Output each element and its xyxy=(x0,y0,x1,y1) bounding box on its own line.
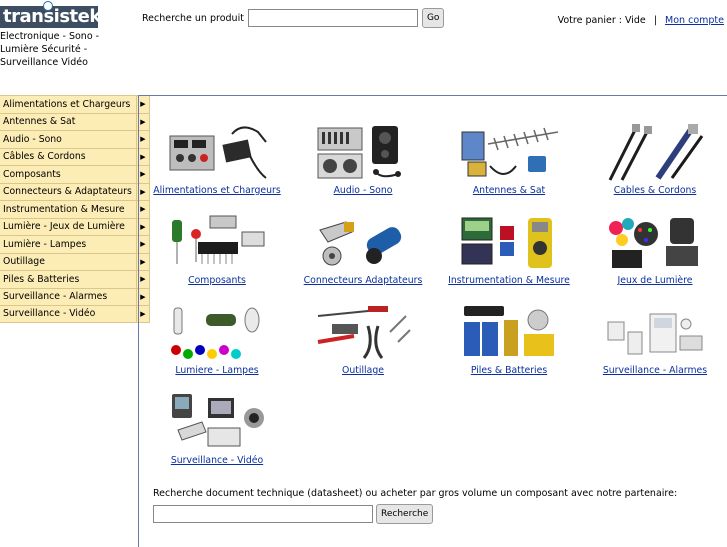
search-input[interactable] xyxy=(247,9,418,27)
sidebar-item-label: Surveillance - Alarmes xyxy=(3,291,108,303)
sidebar-item-label: Piles & Batteries xyxy=(3,273,80,285)
category-card-lampes: Lumiere - Lampes xyxy=(147,302,287,376)
sidebar-item-audio[interactable]: Audio - Sono ▶ xyxy=(0,130,150,148)
category-link-alarmes[interactable]: Surveillance - Alarmes xyxy=(585,365,725,376)
sidebar-item-video[interactable]: Surveillance - Vidéo ▶ xyxy=(0,305,150,323)
datasheet-text: Recherche document technique (datasheet)… xyxy=(153,488,678,499)
category-link-piles[interactable]: Piles & Batteries xyxy=(439,365,579,376)
category-link-cables[interactable]: Cables & Cordons xyxy=(585,185,725,196)
category-link-alimentations[interactable]: Alimentations et Chargeurs xyxy=(147,185,287,196)
search-label: Recherche un produit xyxy=(142,12,244,24)
cart-separator: | xyxy=(653,15,658,26)
datasheet-row: Recherche xyxy=(153,504,677,524)
sidebar-item-alimentations[interactable]: Alimentations et Chargeurs ▶ xyxy=(0,95,150,113)
sidebar-item-label: Antennes & Sat xyxy=(3,116,76,128)
category-card-video: Surveillance - Vidéo xyxy=(147,392,287,466)
lamps-image[interactable] xyxy=(162,302,272,364)
category-card-alarmes: Surveillance - Alarmes xyxy=(585,302,725,376)
sidebar-item-connecteurs[interactable]: Connecteurs & Adaptateurs ▶ xyxy=(0,182,150,200)
category-card-composants: Composants xyxy=(147,212,287,286)
sidebar-item-label: Connecteurs & Adaptateurs xyxy=(3,186,132,198)
datasheet-search: Recherche document technique (datasheet)… xyxy=(153,488,677,524)
sidebar-item-jeux-lumiere[interactable]: Lumière - Jeux de Lumière ▶ xyxy=(0,217,150,235)
main-content: Alimentations et Chargeurs Audio - Sono xyxy=(138,95,727,547)
category-link-video[interactable]: Surveillance - Vidéo xyxy=(147,455,287,466)
logo-dot-icon xyxy=(43,1,53,11)
search-go-button[interactable]: Go xyxy=(421,8,445,28)
logo[interactable]: transistek xyxy=(0,1,101,28)
video-surveillance-image[interactable] xyxy=(162,392,272,454)
sidebar-item-label: Outillage xyxy=(3,256,45,268)
tagline: Electronique - Sono - Lumière Sécurité -… xyxy=(0,31,100,68)
alarm-image[interactable] xyxy=(600,302,710,364)
tools-image[interactable] xyxy=(308,302,418,364)
category-link-audio[interactable]: Audio - Sono xyxy=(293,185,433,196)
category-card-outillage: Outillage xyxy=(293,302,433,376)
sidebar-item-antennes[interactable]: Antennes & Sat ▶ xyxy=(0,112,150,130)
light-effects-image[interactable] xyxy=(600,212,710,274)
power-supply-image[interactable] xyxy=(162,122,272,184)
datasheet-search-button[interactable]: Recherche xyxy=(376,504,434,524)
cart-area: Votre panier : Vide | Mon compte xyxy=(558,15,724,26)
sidebar-item-label: Composants xyxy=(3,168,61,180)
components-image[interactable] xyxy=(162,212,272,274)
product-search: Recherche un produit Go xyxy=(142,8,445,28)
sidebar-item-composants[interactable]: Composants ▶ xyxy=(0,165,150,183)
sidebar-item-lampes[interactable]: Lumière - Lampes ▶ xyxy=(0,235,150,253)
audio-equipment-image[interactable] xyxy=(308,122,418,184)
category-link-connecteurs[interactable]: Connecteurs Adaptateurs xyxy=(293,275,433,286)
sidebar-item-instrumentation[interactable]: Instrumentation & Mesure ▶ xyxy=(0,200,150,218)
sidebar-item-label: Surveillance - Vidéo xyxy=(3,308,96,320)
category-link-composants[interactable]: Composants xyxy=(147,275,287,286)
category-link-instrumentation[interactable]: Instrumentation & Mesure xyxy=(439,275,579,286)
category-link-lampes[interactable]: Lumiere - Lampes xyxy=(147,365,287,376)
category-card-jeux-lumiere: Jeux de Lumière xyxy=(585,212,725,286)
category-link-antennes[interactable]: Antennes & Sat xyxy=(439,185,579,196)
sidebar-item-label: Instrumentation & Mesure xyxy=(3,203,125,215)
sidebar-item-piles[interactable]: Piles & Batteries ▶ xyxy=(0,270,150,288)
category-card-cables: Cables & Cordons xyxy=(585,122,725,196)
category-link-outillage[interactable]: Outillage xyxy=(293,365,433,376)
sidebar-item-label: Audio - Sono xyxy=(3,133,62,145)
sidebar-item-cables[interactable]: Câbles & Cordons ▶ xyxy=(0,147,150,165)
cart-status: Votre panier : Vide xyxy=(557,15,646,26)
connectors-image[interactable] xyxy=(308,212,418,274)
category-card-audio: Audio - Sono xyxy=(293,122,433,196)
category-link-jeux-lumiere[interactable]: Jeux de Lumière xyxy=(585,275,725,286)
sidebar-item-label: Alimentations et Chargeurs xyxy=(3,98,131,110)
category-card-antennes: Antennes & Sat xyxy=(439,122,579,196)
category-card-connecteurs: Connecteurs Adaptateurs xyxy=(293,212,433,286)
sidebar-item-label: Câbles & Cordons xyxy=(3,151,86,163)
sidebar-item-alarmes[interactable]: Surveillance - Alarmes ▶ xyxy=(0,287,150,305)
datasheet-input[interactable] xyxy=(153,505,373,523)
sidebar-item-label: Lumière - Jeux de Lumière xyxy=(3,221,125,233)
category-sidebar: Alimentations et Chargeurs ▶ Antennes & S… xyxy=(0,95,150,323)
instrumentation-image[interactable] xyxy=(454,212,564,274)
category-card-instrumentation: Instrumentation & Mesure xyxy=(439,212,579,286)
sidebar-item-outillage[interactable]: Outillage ▶ xyxy=(0,252,150,270)
sidebar-item-label: Lumière - Lampes xyxy=(3,238,87,250)
cables-image[interactable] xyxy=(600,122,710,184)
category-card-alimentations: Alimentations et Chargeurs xyxy=(147,122,287,196)
batteries-image[interactable] xyxy=(454,302,564,364)
account-link[interactable]: Mon compte xyxy=(665,15,724,26)
antenna-image[interactable] xyxy=(454,122,564,184)
category-card-piles: Piles & Batteries xyxy=(439,302,579,376)
logo-text: transistek xyxy=(3,6,101,27)
